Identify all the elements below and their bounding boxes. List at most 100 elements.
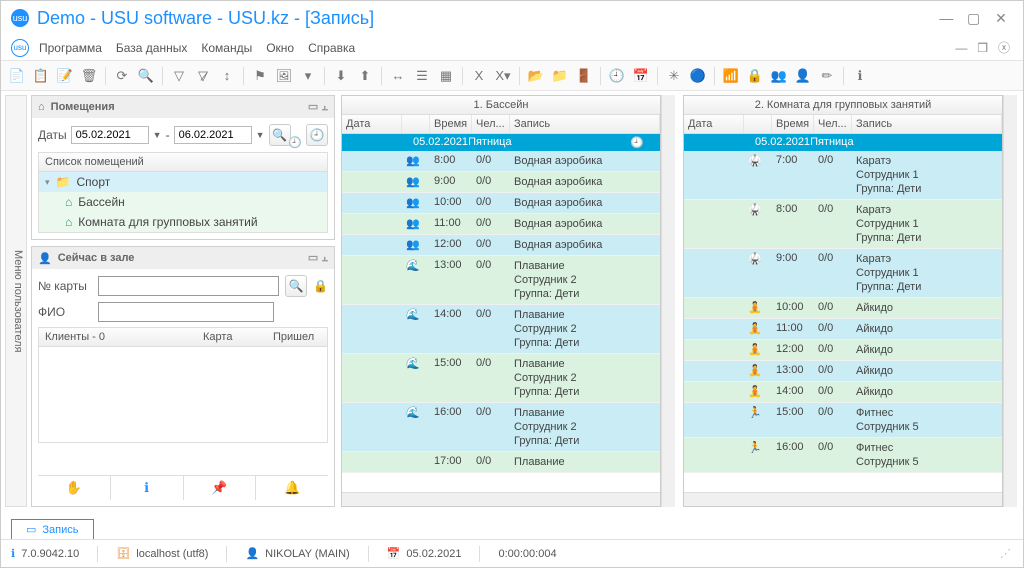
tree-item-pool[interactable]: ⌂ Бассейн: [39, 192, 327, 212]
schedule-row[interactable]: 👥11:000/0Водная аэробика: [342, 214, 660, 235]
tb-folder-icon[interactable]: 📁: [550, 66, 570, 86]
schedule-row[interactable]: 🥋9:000/0КаратэСотрудник 1Группа: Дети: [684, 249, 1002, 298]
tb-open-icon[interactable]: 📂: [526, 66, 546, 86]
schedule-row[interactable]: 👥8:000/0Водная аэробика: [342, 151, 660, 172]
tb-grid-icon[interactable]: ▦: [436, 66, 456, 86]
schedule-row[interactable]: 🌊16:000/0ПлаваниеСотрудник 2Группа: Дети: [342, 403, 660, 452]
schedule-row[interactable]: 🧘13:000/0Айкидо: [684, 361, 1002, 382]
tb-tree-icon[interactable]: ☰: [412, 66, 432, 86]
tb-export-icon[interactable]: ⬆: [355, 66, 375, 86]
sched2-daybar[interactable]: 🕘 05.02.2021 Пятница: [684, 134, 1002, 151]
tb-excel2-icon[interactable]: X▾: [493, 66, 513, 86]
col-record[interactable]: Запись: [510, 115, 660, 133]
schedule-row[interactable]: 17:000/0Плавание: [342, 452, 660, 473]
tb-import-icon[interactable]: ⬇: [331, 66, 351, 86]
tb-users-icon[interactable]: 👥: [769, 66, 789, 86]
schedule-row[interactable]: 🏃16:000/0ФитнесСотрудник 5: [684, 438, 1002, 473]
schedule-row[interactable]: 🌊14:000/0ПлаваниеСотрудник 2Группа: Дети: [342, 305, 660, 354]
date-from-input[interactable]: [71, 126, 149, 144]
panel-collapse-icon[interactable]: ▭ ⫠: [308, 251, 328, 265]
user-menu-tab[interactable]: Меню пользователя: [5, 95, 27, 507]
minimize-button[interactable]: —: [934, 10, 958, 26]
lock-icon[interactable]: 🔒: [313, 279, 328, 293]
menu-logo-icon[interactable]: usu: [11, 39, 29, 57]
menu-window[interactable]: Окно: [266, 41, 294, 55]
schedule-row[interactable]: 🧘11:000/0Айкидо: [684, 319, 1002, 340]
card-search-button[interactable]: 🔍: [285, 275, 307, 297]
tree-collapse-icon[interactable]: ▾: [45, 177, 50, 188]
tb-filter-icon[interactable]: ▽: [169, 66, 189, 86]
menu-program[interactable]: Программа: [39, 41, 102, 55]
tb-refresh-icon[interactable]: ⟳: [112, 66, 132, 86]
tb-new-icon[interactable]: 📄: [7, 66, 27, 86]
schedule-row[interactable]: 🧘10:000/0Айкидо: [684, 298, 1002, 319]
tree-item-grouproom[interactable]: ⌂ Комната для групповых занятий: [39, 212, 327, 232]
tb-search-icon[interactable]: 🔍: [136, 66, 156, 86]
sched1-rows[interactable]: 👥8:000/0Водная аэробика👥9:000/0Водная аэ…: [342, 151, 660, 492]
maximize-button[interactable]: ▢: [962, 10, 986, 27]
schedule-row[interactable]: 🌊13:000/0ПлаваниеСотрудник 2Группа: Дети: [342, 256, 660, 305]
menu-database[interactable]: База данных: [116, 41, 187, 55]
tb-sort-icon[interactable]: ↕: [217, 66, 237, 86]
sched2-hscroll[interactable]: [684, 492, 1002, 506]
col-card[interactable]: Карта: [197, 328, 267, 346]
tb-image-dd-icon[interactable]: ▾: [298, 66, 318, 86]
sched1-daybar[interactable]: 🕘 05.02.2021 Пятница: [342, 134, 660, 151]
date-to-input[interactable]: [174, 126, 252, 144]
tb-filter-clear-icon[interactable]: ▽̷: [193, 66, 213, 86]
sched2-vscroll[interactable]: [1003, 95, 1017, 507]
date-to-dd-icon[interactable]: ▼: [256, 130, 265, 140]
tb-delete-icon[interactable]: 🗑: [79, 66, 99, 86]
tb-copy-icon[interactable]: 📋: [31, 66, 51, 86]
info-button[interactable]: ℹ: [111, 476, 184, 500]
schedule-row[interactable]: 🥋8:000/0КаратэСотрудник 1Группа: Дети: [684, 200, 1002, 249]
sched2-rows[interactable]: 🥋7:000/0КаратэСотрудник 1Группа: Дети🥋8:…: [684, 151, 1002, 492]
menu-help[interactable]: Справка: [308, 41, 355, 55]
tb-move-icon[interactable]: ↔: [388, 66, 408, 86]
mdi-minimize-button[interactable]: —: [952, 41, 970, 55]
col-date[interactable]: Дата: [342, 115, 402, 133]
tb-globe-icon[interactable]: 🔵: [688, 66, 708, 86]
card-input[interactable]: [98, 276, 279, 296]
resize-grip-icon[interactable]: ⋰: [1000, 547, 1013, 560]
tb-edit-icon[interactable]: 📝: [55, 66, 75, 86]
tb-clock-icon[interactable]: 🕘: [607, 66, 627, 86]
tb-image-icon[interactable]: 🖼: [274, 66, 294, 86]
schedule-row[interactable]: 🥋7:000/0КаратэСотрудник 1Группа: Дети: [684, 151, 1002, 200]
schedule-row[interactable]: 👥12:000/0Водная аэробика: [342, 235, 660, 256]
tb-info-icon[interactable]: ℹ: [850, 66, 870, 86]
col-came[interactable]: Пришел: [267, 328, 327, 346]
clients-grid[interactable]: [38, 347, 328, 443]
mdi-restore-button[interactable]: ❐: [974, 41, 992, 55]
hand-button[interactable]: ✋: [38, 476, 111, 500]
schedule-row[interactable]: 🧘14:000/0Айкидо: [684, 382, 1002, 403]
tb-flag-icon[interactable]: ⚑: [250, 66, 270, 86]
tree-root-sport[interactable]: ▾ 📁 Спорт: [39, 172, 327, 192]
schedule-row[interactable]: 🏃15:000/0ФитнесСотрудник 5: [684, 403, 1002, 438]
sched1-hscroll[interactable]: [342, 492, 660, 506]
mdi-close-button[interactable]: ⓧ: [995, 39, 1013, 56]
menu-commands[interactable]: Команды: [201, 41, 252, 55]
pin-button[interactable]: 📌: [184, 476, 257, 500]
close-button[interactable]: ✕: [989, 10, 1013, 27]
fio-input[interactable]: [98, 302, 274, 322]
col-record[interactable]: Запись: [852, 115, 1002, 133]
sched1-vscroll[interactable]: [661, 95, 675, 507]
bell-button[interactable]: 🔔: [256, 476, 328, 500]
date-from-dd-icon[interactable]: ▼: [153, 130, 162, 140]
col-date[interactable]: Дата: [684, 115, 744, 133]
col-time[interactable]: Время: [430, 115, 472, 133]
col-people[interactable]: Чел...: [814, 115, 852, 133]
col-people[interactable]: Чел...: [472, 115, 510, 133]
tb-wand-icon[interactable]: ✏: [817, 66, 837, 86]
tb-excel-icon[interactable]: X: [469, 66, 489, 86]
schedule-row[interactable]: 🌊15:000/0ПлаваниеСотрудник 2Группа: Дети: [342, 354, 660, 403]
tb-star-icon[interactable]: ✳: [664, 66, 684, 86]
tab-record[interactable]: ▭ Запись: [11, 519, 94, 539]
tb-exit-icon[interactable]: 🚪: [574, 66, 594, 86]
tb-user-icon[interactable]: 👤: [793, 66, 813, 86]
panel-collapse-icon[interactable]: ▭ ⫠: [308, 100, 328, 114]
schedule-row[interactable]: 🧘12:000/0Айкидо: [684, 340, 1002, 361]
schedule-row[interactable]: 👥9:000/0Водная аэробика: [342, 172, 660, 193]
tb-rss-icon[interactable]: 📶: [721, 66, 741, 86]
